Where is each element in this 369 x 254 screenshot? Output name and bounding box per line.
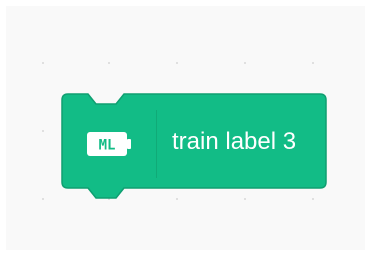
grid-dot bbox=[108, 62, 110, 64]
grid-dot bbox=[42, 62, 44, 64]
train-label-block[interactable]: ML train label 3 bbox=[60, 90, 328, 202]
ml-extension-icon: ML bbox=[87, 132, 131, 156]
grid-dot bbox=[42, 198, 44, 200]
grid-dot bbox=[312, 62, 314, 64]
block-separator bbox=[156, 110, 157, 178]
grid-dot bbox=[42, 130, 44, 132]
block-label: train label 3 bbox=[172, 128, 297, 155]
grid-dot bbox=[176, 62, 178, 64]
ml-icon-text: ML bbox=[99, 138, 116, 154]
grid-dot bbox=[244, 62, 246, 64]
